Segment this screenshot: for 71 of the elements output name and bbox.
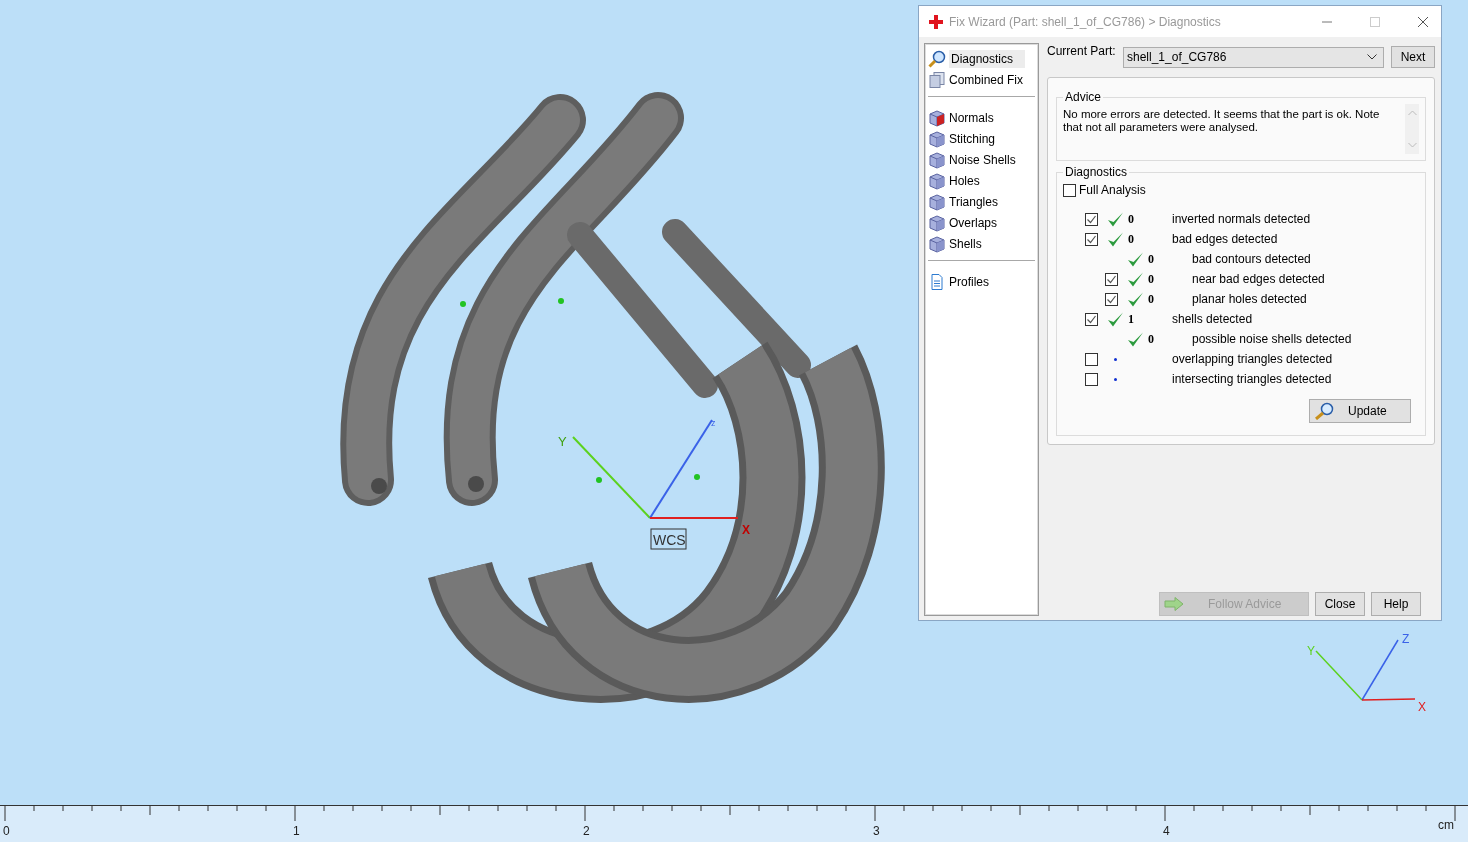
ruler-label: 4 — [1163, 824, 1170, 838]
diagnostic-label: bad contours detected — [1192, 252, 1311, 266]
window-title: Fix Wizard (Part: shell_1_of_CG786) > Diagnostics — [949, 14, 1222, 29]
diagnostic-label: bad edges detected — [1172, 232, 1278, 246]
count-text: 0 — [1148, 251, 1154, 266]
ruler-unit: cm — [1438, 818, 1454, 832]
stacked-pages-icon — [928, 70, 946, 89]
ruler-label: 0 — [3, 824, 10, 838]
cube-icon — [928, 192, 946, 211]
groupbox-title: Advice — [1064, 90, 1103, 104]
checkbox[interactable] — [1085, 232, 1098, 246]
wcs-label: WCS — [653, 532, 686, 548]
groupbox-title: Diagnostics — [1064, 165, 1129, 179]
ruler-label: 1 — [293, 824, 300, 838]
ruler-label: 3 — [873, 824, 880, 838]
axis-label: z — [711, 418, 716, 428]
axis-label: Y — [1307, 644, 1315, 658]
dialog-button[interactable]: Close — [1315, 592, 1365, 616]
axis-label: X — [1418, 700, 1426, 714]
axis-label: Z — [1402, 632, 1410, 646]
checkbox[interactable] — [1085, 312, 1098, 326]
sidebar-item[interactable]: Stitching — [928, 128, 1035, 149]
cube-icon — [928, 213, 946, 232]
sidebar-item[interactable]: Triangles — [928, 191, 1035, 212]
ruler-label: 2 — [583, 824, 590, 838]
cube-icon — [928, 234, 946, 253]
checkbox[interactable] — [1105, 272, 1118, 286]
checkbox[interactable] — [1105, 292, 1118, 306]
advice-text: No more errors are detected. It seems that the part is ok. Note that not all parameters were analysed. — [1063, 108, 1381, 135]
cube-icon — [928, 108, 946, 127]
document-icon — [928, 272, 946, 291]
sidebar-item[interactable]: Normals — [928, 107, 1035, 128]
checkbox[interactable] — [1085, 372, 1098, 386]
current-part-dropdown[interactable]: shell_1_of_CG786 — [1123, 46, 1384, 68]
medical-cross-icon — [929, 14, 943, 29]
diagnostic-label: possible noise shells detected — [1192, 332, 1352, 346]
diagnostic-label: inverted normals detected — [1172, 212, 1311, 226]
cube-icon — [928, 171, 946, 190]
current-part-label: Current Part: — [1047, 44, 1117, 58]
count-text: 0 — [1128, 231, 1134, 246]
full-analysis-checkbox[interactable]: Full Analysis — [1063, 183, 1419, 197]
dropdown-caret-icon — [1367, 54, 1377, 60]
sidebar-item[interactable]: Noise Shells — [928, 149, 1035, 170]
diagnostic-label: planar holes detected — [1192, 292, 1307, 306]
count-text: 0 — [1148, 271, 1154, 286]
diagnostic-label: intersecting triangles detected — [1172, 372, 1332, 386]
close-icon[interactable] — [1417, 15, 1429, 28]
axis-label: Y — [558, 434, 567, 449]
diagnostic-label: near bad edges detected — [1192, 272, 1325, 286]
sidebar-item[interactable]: Holes — [928, 170, 1035, 191]
sidebar-item[interactable]: Profiles — [928, 271, 1035, 292]
cube-icon — [928, 129, 946, 148]
count-text: 0 — [1128, 211, 1134, 226]
diagnostic-label: shells detected — [1172, 312, 1253, 326]
update-button[interactable]: Update — [1309, 399, 1411, 423]
axis-label: X — [742, 523, 750, 537]
checkbox[interactable] — [1085, 352, 1098, 366]
sidebar-item[interactable]: Combined Fix — [928, 69, 1035, 90]
count-text: 1 — [1128, 311, 1134, 326]
dialog-button[interactable]: Help — [1371, 592, 1421, 616]
cube-icon — [928, 150, 946, 169]
diagnostic-label: overlapping triangles detected — [1172, 352, 1333, 366]
checkbox[interactable] — [1085, 212, 1098, 226]
magnifier-icon — [1314, 402, 1334, 420]
sidebar-item[interactable]: Overlaps — [928, 212, 1035, 233]
count-text: 0 — [1148, 291, 1154, 306]
arrow-right-icon — [1164, 597, 1184, 611]
sidebar-item[interactable]: Shells — [928, 233, 1035, 254]
count-text: 0 — [1148, 331, 1154, 346]
next-button[interactable]: Next — [1391, 46, 1435, 68]
magnifier-icon — [928, 49, 946, 68]
